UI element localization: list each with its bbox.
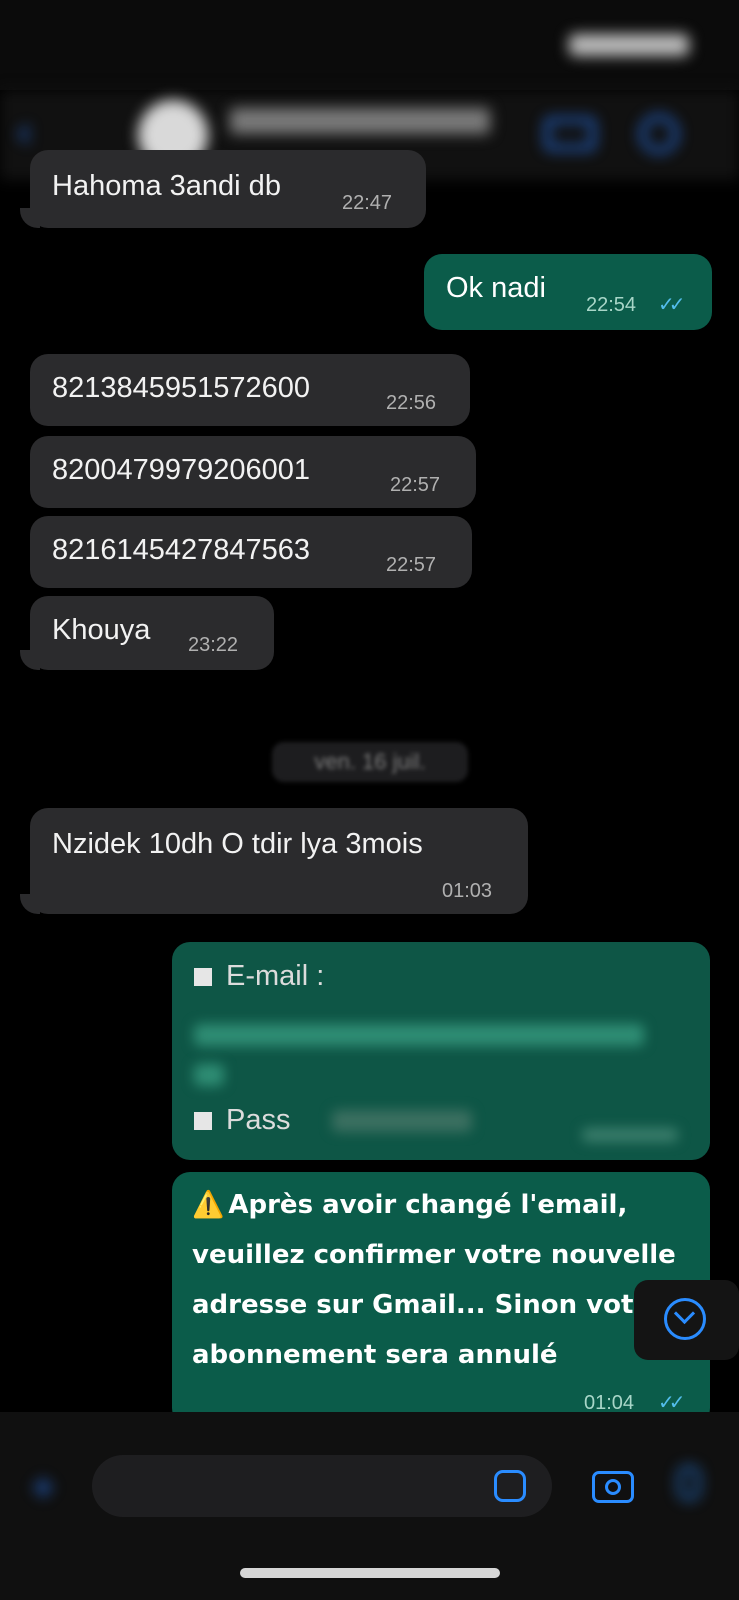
read-receipt-icon: ✓✓ [658,294,685,316]
plus-icon[interactable]: + [25,1468,61,1508]
home-indicator [240,1568,500,1578]
message-bubble-incoming[interactable]: 8216145427847563 22:57 [30,516,472,588]
message-time-redacted [582,1128,678,1142]
message-time: 01:03 [442,880,493,902]
pass-value-redacted [332,1110,472,1132]
warning-line-1: ⚠️ Après avoir changé l'email, [192,1180,676,1230]
bullet-icon [194,968,212,987]
back-chevron-icon[interactable]: ‹ [18,112,88,152]
warning-line-2: veuillez confirmer votre nouvelle [192,1240,676,1270]
message-bubble-outgoing[interactable]: ⚠️ Après avoir changé l'email, veuillez c… [172,1172,710,1426]
email-value-redacted [194,1064,224,1086]
date-separator: ven. 16 juil. [272,742,468,782]
bubble-tail [20,650,40,670]
sticker-icon[interactable] [494,1470,526,1502]
message-time: 22:54 [586,294,637,316]
contact-name[interactable] [230,108,490,134]
message-text: Ok nadi [446,272,546,304]
message-text: Khouya [52,614,151,646]
email-value-redacted [194,1024,644,1046]
message-text: 8200479979206001 [52,454,311,486]
date-separator-label: ven. 16 juil. [314,749,426,774]
message-bubble-incoming[interactable]: 8213845951572600 22:56 [30,354,470,426]
message-time: 22:57 [386,554,437,576]
message-text: 8216145427847563 [52,534,311,566]
message-text: 8213845951572600 [52,372,311,404]
message-time: 22:56 [386,392,437,414]
status-icons [569,34,689,56]
status-bar [0,0,739,90]
phone-icon[interactable] [640,115,678,153]
scroll-down-button[interactable] [634,1280,739,1360]
message-time: 23:22 [188,634,239,656]
bullet-icon [194,1112,212,1131]
email-line: E-mail : [194,960,324,993]
pass-line: Pass [194,1104,290,1137]
camera-icon[interactable] [592,1471,634,1503]
message-bubble-incoming[interactable]: Hahoma 3andi db 22:47 [30,150,426,228]
warning-icon: ⚠️ [192,1190,225,1220]
message-time: 22:47 [342,192,393,214]
message-text: Nzidek 10dh O tdir lya 3mois [52,828,423,860]
warning-line-3: adresse sur Gmail... Sinon votr [192,1290,647,1320]
video-call-icon[interactable] [545,118,595,150]
message-bubble-incoming[interactable]: Khouya 23:22 [30,596,274,670]
message-bubble-outgoing[interactable]: E-mail : Pass [172,942,710,1160]
warning-line-4: abonnement sera annulé [192,1340,558,1370]
message-bubble-incoming[interactable]: Nzidek 10dh O tdir lya 3mois 01:03 [30,808,528,914]
message-bubble-outgoing[interactable]: Ok nadi 22:54 ✓✓ [424,254,712,330]
message-time: 22:57 [390,474,441,496]
message-input[interactable] [92,1455,552,1517]
bubble-tail [20,894,40,914]
pass-label: Pass [226,1104,291,1136]
message-text: Hahoma 3andi db [52,170,281,202]
email-label: E-mail : [226,960,325,992]
bubble-tail [20,208,40,228]
warning-text: ⚠️ Après avoir changé l'email, veuillez c… [192,1180,676,1380]
microphone-icon[interactable] [678,1466,700,1500]
message-bubble-incoming[interactable]: 8200479979206001 22:57 [30,436,476,508]
